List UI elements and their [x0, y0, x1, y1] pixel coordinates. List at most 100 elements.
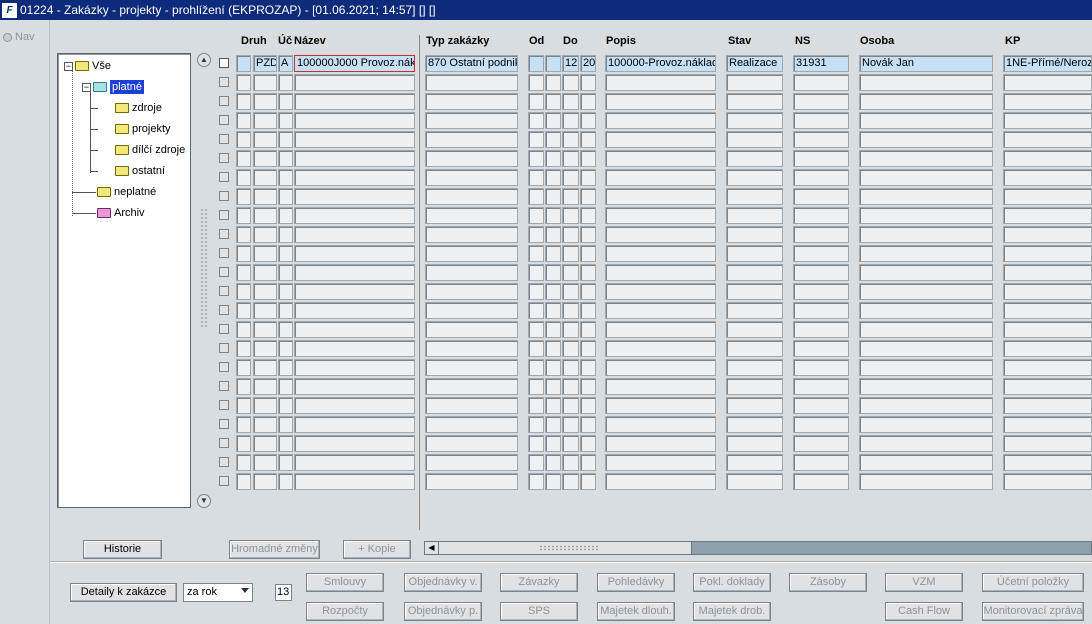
empty-cell[interactable]: [793, 226, 849, 243]
empty-cell[interactable]: [528, 112, 544, 129]
empty-cell[interactable]: [580, 435, 596, 452]
cell-osoba[interactable]: Novák Jan: [859, 55, 993, 72]
empty-cell[interactable]: [253, 397, 277, 414]
empty-cell[interactable]: [726, 397, 783, 414]
empty-cell[interactable]: [294, 226, 415, 243]
empty-cell[interactable]: [545, 359, 561, 376]
empty-cell[interactable]: [236, 93, 251, 110]
empty-cell[interactable]: [793, 169, 849, 186]
empty-cell[interactable]: [294, 283, 415, 300]
empty-cell[interactable]: [562, 131, 579, 148]
cell-od2[interactable]: [545, 55, 561, 72]
empty-cell[interactable]: [528, 150, 544, 167]
empty-cell[interactable]: [793, 435, 849, 452]
objednavky-v-button[interactable]: Objednávky v.: [404, 573, 482, 592]
horizontal-scrollbar[interactable]: ◀: [424, 541, 1092, 555]
empty-cell[interactable]: [793, 74, 849, 91]
row-checkbox[interactable]: [219, 77, 229, 87]
empty-cell[interactable]: [605, 207, 716, 224]
empty-cell[interactable]: [253, 378, 277, 395]
empty-cell[interactable]: [605, 454, 716, 471]
sps-button[interactable]: SPS: [500, 602, 578, 621]
empty-cell[interactable]: [859, 416, 993, 433]
empty-cell[interactable]: [528, 435, 544, 452]
empty-cell[interactable]: [605, 378, 716, 395]
empty-cell[interactable]: [253, 302, 277, 319]
empty-cell[interactable]: [425, 169, 518, 186]
empty-cell[interactable]: [253, 435, 277, 452]
empty-cell[interactable]: [278, 416, 293, 433]
empty-cell[interactable]: [236, 188, 251, 205]
empty-cell[interactable]: [294, 397, 415, 414]
empty-cell[interactable]: [580, 169, 596, 186]
empty-cell[interactable]: [545, 74, 561, 91]
empty-cell[interactable]: [859, 340, 993, 357]
empty-cell[interactable]: [545, 397, 561, 414]
cell-do[interactable]: 12: [562, 55, 579, 72]
empty-cell[interactable]: [580, 340, 596, 357]
empty-cell[interactable]: [236, 435, 251, 452]
empty-cell[interactable]: [580, 131, 596, 148]
empty-cell[interactable]: [278, 378, 293, 395]
empty-cell[interactable]: [859, 435, 993, 452]
tree-node-ostatni[interactable]: ostatní: [115, 163, 165, 179]
empty-cell[interactable]: [1003, 169, 1092, 186]
empty-cell[interactable]: [1003, 188, 1092, 205]
empty-cell[interactable]: [793, 340, 849, 357]
empty-cell[interactable]: [726, 226, 783, 243]
empty-cell[interactable]: [726, 378, 783, 395]
scroll-left-icon[interactable]: ◀: [425, 542, 439, 554]
empty-cell[interactable]: [278, 359, 293, 376]
empty-cell[interactable]: [726, 245, 783, 262]
empty-cell[interactable]: [425, 340, 518, 357]
empty-cell[interactable]: [278, 302, 293, 319]
empty-cell[interactable]: [562, 473, 579, 490]
empty-cell[interactable]: [562, 188, 579, 205]
empty-cell[interactable]: [278, 150, 293, 167]
empty-cell[interactable]: [425, 283, 518, 300]
empty-cell[interactable]: [425, 112, 518, 129]
empty-cell[interactable]: [425, 473, 518, 490]
empty-cell[interactable]: [545, 340, 561, 357]
empty-cell[interactable]: [528, 283, 544, 300]
empty-cell[interactable]: [236, 473, 251, 490]
empty-cell[interactable]: [793, 150, 849, 167]
empty-cell[interactable]: [726, 112, 783, 129]
empty-cell[interactable]: [562, 112, 579, 129]
empty-cell[interactable]: [425, 321, 518, 338]
empty-cell[interactable]: [236, 454, 251, 471]
empty-cell[interactable]: [859, 150, 993, 167]
empty-cell[interactable]: [545, 302, 561, 319]
empty-cell[interactable]: [253, 112, 277, 129]
empty-cell[interactable]: [278, 473, 293, 490]
empty-cell[interactable]: [236, 340, 251, 357]
empty-cell[interactable]: [605, 93, 716, 110]
empty-cell[interactable]: [528, 454, 544, 471]
empty-cell[interactable]: [278, 226, 293, 243]
empty-cell[interactable]: [253, 245, 277, 262]
empty-cell[interactable]: [580, 359, 596, 376]
empty-cell[interactable]: [605, 321, 716, 338]
empty-cell[interactable]: [528, 473, 544, 490]
empty-cell[interactable]: [1003, 245, 1092, 262]
empty-cell[interactable]: [278, 131, 293, 148]
empty-cell[interactable]: [562, 416, 579, 433]
empty-cell[interactable]: [562, 340, 579, 357]
empty-cell[interactable]: [859, 169, 993, 186]
empty-cell[interactable]: [562, 321, 579, 338]
row-checkbox[interactable]: [219, 115, 229, 125]
row-checkbox[interactable]: [219, 362, 229, 372]
empty-cell[interactable]: [528, 245, 544, 262]
empty-cell[interactable]: [605, 226, 716, 243]
empty-cell[interactable]: [793, 359, 849, 376]
empty-cell[interactable]: [528, 378, 544, 395]
empty-cell[interactable]: [294, 112, 415, 129]
empty-cell[interactable]: [253, 264, 277, 281]
empty-cell[interactable]: [562, 378, 579, 395]
empty-cell[interactable]: [278, 93, 293, 110]
empty-cell[interactable]: [562, 397, 579, 414]
empty-cell[interactable]: [1003, 112, 1092, 129]
empty-cell[interactable]: [425, 378, 518, 395]
empty-cell[interactable]: [425, 131, 518, 148]
empty-cell[interactable]: [545, 416, 561, 433]
